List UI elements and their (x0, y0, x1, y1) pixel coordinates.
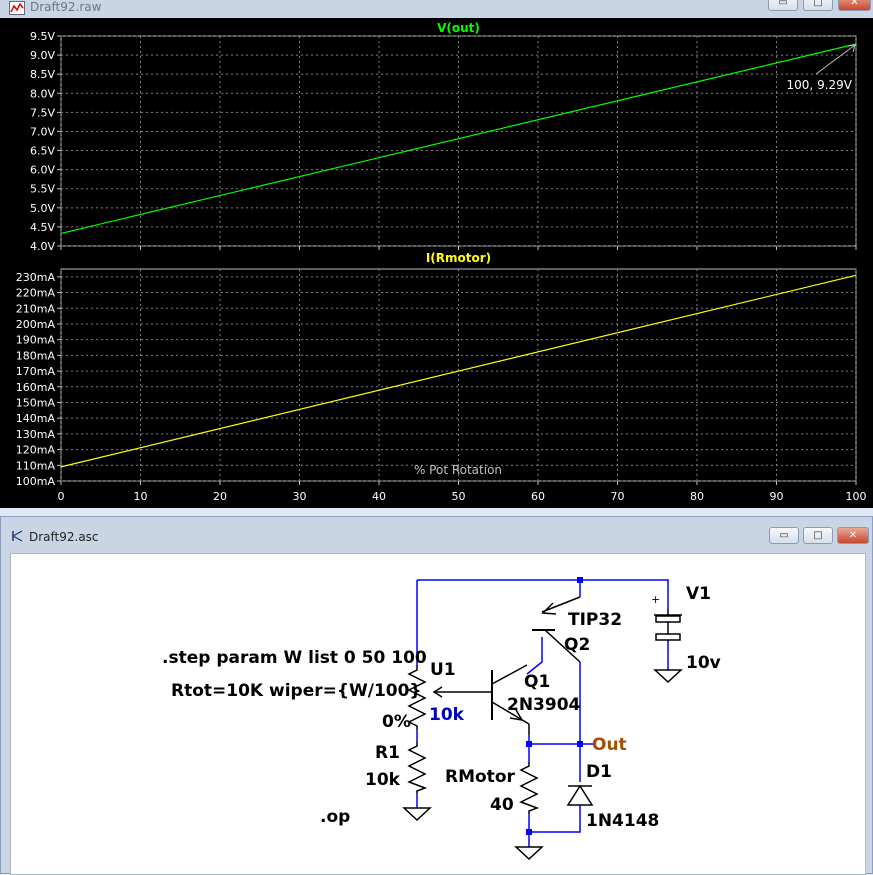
irmotor-ytick-label: 210mA (16, 302, 56, 315)
schematic-close-button[interactable]: ✕ (837, 527, 869, 544)
vout-ytick-label: 6.0V (30, 164, 55, 177)
rmotor-symbol[interactable] (519, 762, 540, 814)
v1-value[interactable]: 10v (686, 653, 721, 673)
irmotor-ytick-label: 190mA (16, 334, 56, 347)
pot-params-text[interactable]: Rtot=10K wiper={W/100} (171, 681, 422, 701)
step-directive[interactable]: .step param W list 0 50 100 (162, 648, 427, 668)
irmotor-xtick-label: 90 (770, 490, 784, 503)
schematic-canvas[interactable]: .step param W list 0 50 100 Rtot=10K wip… (10, 553, 866, 875)
d1-name: D1 (586, 762, 612, 782)
waveform-restore-button[interactable]: □ (803, 0, 833, 11)
v1-plus-sign: + (651, 593, 660, 606)
d1-model[interactable]: 1N4148 (586, 811, 659, 831)
plot-panel: 9.5V 9.0V 8.5V 8.0V 7.5V 7.0V 6.5V 6.0V 5.5V 5.0V… (0, 18, 873, 508)
irmotor-xtick-label: 20 (213, 490, 227, 503)
irmotor-title[interactable]: I(Rmotor) (426, 251, 491, 265)
irmotor-xtick-label: 50 (452, 490, 466, 503)
plots-svg: 9.5V 9.0V 8.5V 8.0V 7.5V 7.0V 6.5V 6.0V 5.5V 5.0V… (16, 21, 867, 503)
x-axis-label: % Pot Rotation (414, 463, 502, 477)
irmotor-ytick-label: 230mA (16, 271, 56, 284)
out-net-label[interactable]: Out (592, 735, 627, 755)
irmotor-ytick-label: 160mA (16, 381, 56, 394)
irmotor-xtick-label: 100 (846, 490, 867, 503)
q2-name: Q2 (564, 635, 590, 655)
wire-q2-base (526, 637, 543, 675)
junction-bottom (526, 829, 532, 835)
u1-name: U1 (430, 660, 456, 680)
q1-collector (491, 664, 528, 685)
r1-symbol[interactable] (407, 742, 428, 793)
junction-out (577, 741, 583, 747)
waveform-titlebar[interactable]: Draft92.raw ▭ □ ✕ (0, 0, 873, 18)
wire-bottom (528, 805, 581, 833)
d1-symbol[interactable] (566, 784, 594, 806)
irmotor-ytick-label: 110mA (16, 459, 56, 472)
vout-ytick-label: 4.5V (30, 221, 55, 234)
r1-name: R1 (375, 743, 400, 763)
schematic-window: Draft92.asc ▭ □ ✕ .step param W list 0 5… (0, 516, 873, 875)
irmotor-xtick-label: 60 (531, 490, 545, 503)
op-directive[interactable]: .op (320, 807, 350, 827)
irmotor-ytick-label: 170mA (16, 365, 56, 378)
irmotor-xtick-label: 30 (293, 490, 307, 503)
waveform-close-button[interactable]: ✕ (838, 0, 871, 11)
vout-pane[interactable]: 9.5V 9.0V 8.5V 8.0V 7.5V 7.0V 6.5V 6.0V 5.5V 5.0V… (30, 21, 857, 253)
waveform-window: Draft92.raw ▭ □ ✕ 9.5V 9.0V 8.5V 8.0V 7.5V 7.… (0, 0, 873, 508)
v1-cell-bottom (655, 633, 681, 641)
schematic-window-title: Draft92.asc (29, 530, 99, 544)
vout-ytick-label: 9.5V (30, 30, 55, 43)
schematic-app-icon (12, 530, 23, 542)
vout-ytick-label: 8.0V (30, 87, 55, 100)
irmotor-ytick-label: 180mA (16, 349, 56, 362)
irmotor-ytick-label: 150mA (16, 396, 56, 409)
irmotor-xtick-label: 70 (611, 490, 625, 503)
schematic-svg: .step param W list 0 50 100 Rtot=10K wip… (162, 577, 721, 861)
rmotor-value[interactable]: 40 (490, 795, 514, 815)
irmotor-pane[interactable]: 230mA 220mA 210mA 200mA 190mA 180mA 170mA 160mA… (16, 251, 867, 503)
irmotor-ytick-label: 200mA (16, 318, 56, 331)
cursor-annotation: 100, 9.29V (787, 78, 853, 92)
v1-name: V1 (686, 584, 711, 604)
vout-ytick-label: 5.5V (30, 183, 55, 196)
irmotor-ytick-label: 120mA (16, 444, 56, 457)
irmotor-ytick-label: 100mA (16, 475, 56, 488)
schematic-restore-button[interactable]: □ (803, 527, 833, 544)
ground-v1 (653, 669, 683, 684)
waveform-window-title: Draft92.raw (30, 0, 102, 14)
irmotor-xtick-label: 0 (58, 490, 65, 503)
q1-model[interactable]: 2N3904 (507, 695, 581, 715)
junction-top (577, 577, 583, 583)
vout-ytick-label: 9.0V (30, 49, 55, 62)
r1-value[interactable]: 10k (365, 770, 401, 790)
irmotor-xtick-label: 10 (134, 490, 148, 503)
vout-ytick-label: 6.5V (30, 145, 55, 158)
q1-name: Q1 (524, 672, 550, 692)
ground-rmotor (514, 846, 544, 861)
waveform-app-icon (9, 1, 25, 15)
irmotor-ytick-label: 140mA (16, 412, 56, 425)
vout-ytick-label: 7.0V (30, 125, 55, 138)
schematic-titlebar[interactable]: Draft92.asc ▭ □ ✕ (1, 517, 872, 553)
irmotor-ytick-label: 220mA (16, 287, 56, 300)
vout-title[interactable]: V(out) (437, 21, 480, 35)
junction-emitter (526, 741, 532, 747)
irmotor-ytick-label: 130mA (16, 428, 56, 441)
waveform-minimize-button[interactable]: ▭ (768, 0, 798, 11)
v1-cell-top (655, 615, 681, 623)
q2-model[interactable]: TIP32 (568, 610, 622, 630)
vout-ytick-label: 5.0V (30, 202, 55, 215)
vout-ytick-label: 7.5V (30, 106, 55, 119)
ground-r1 (402, 807, 432, 822)
irmotor-xtick-label: 40 (372, 490, 386, 503)
u1-pct: 0% (382, 712, 411, 732)
u1-value[interactable]: 10k (429, 705, 465, 725)
vout-ytick-label: 4.0V (30, 240, 55, 253)
irmotor-xtick-label: 80 (690, 490, 704, 503)
schematic-minimize-button[interactable]: ▭ (769, 527, 799, 544)
rmotor-name: RMotor (445, 767, 515, 787)
vout-ytick-label: 8.5V (30, 68, 55, 81)
